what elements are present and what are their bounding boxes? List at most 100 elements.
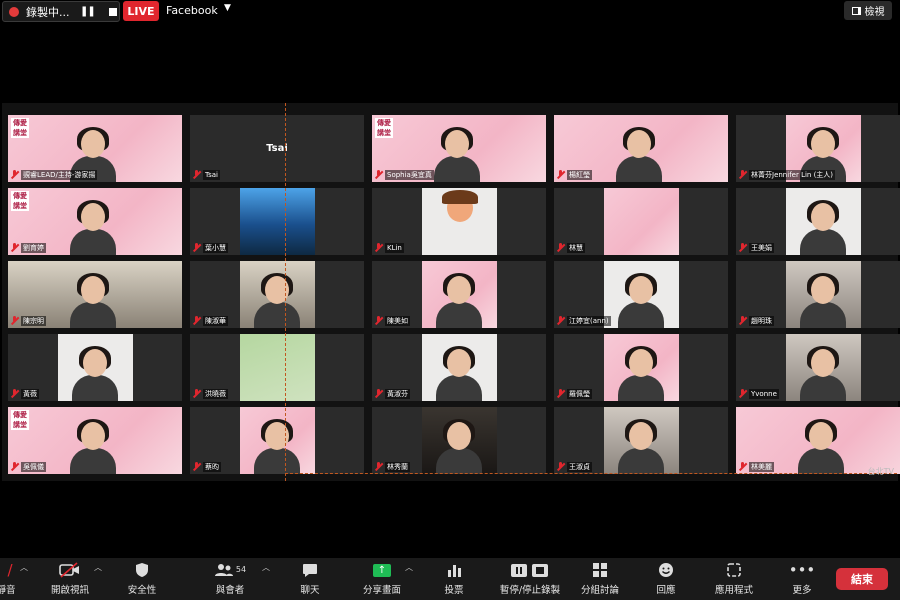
start-video-label: 開啟視訊 — [50, 585, 89, 596]
mic-muted-icon — [738, 389, 747, 398]
mic-muted-icon — [192, 462, 201, 471]
participants-icon — [214, 564, 233, 576]
participant-name: 楊紅瑩 — [567, 169, 592, 180]
mic-muted-icon — [738, 462, 747, 471]
participant-name: 陳美如 — [385, 315, 410, 326]
participant-tile[interactable]: 黃薇 — [8, 334, 182, 401]
reactions-button[interactable]: 回應 — [642, 558, 690, 600]
participant-silhouette — [436, 273, 482, 328]
participant-name: 趙明珠 — [749, 315, 774, 326]
participant-tile[interactable]: 林美麗 — [736, 407, 900, 474]
top-bar: 錄製中... ❚❚ LIVE Facebook ▼ 檢視 — [0, 0, 900, 22]
participant-name-bar: 羅佩瑩 — [556, 388, 592, 399]
video-feed — [422, 188, 497, 255]
participants-count: 54 — [235, 565, 247, 574]
participant-tile[interactable]: 羅佩瑩 — [554, 334, 728, 401]
participant-tile[interactable]: 陳宗明 — [8, 261, 182, 328]
participant-tile[interactable]: 陳淑華 — [190, 261, 364, 328]
participant-tile[interactable]: Tsai Tsai — [190, 115, 364, 182]
participant-name-bar: 楊紅瑩 — [556, 169, 592, 180]
participant-tile[interactable]: 傳愛講堂 劉育婷 — [8, 188, 182, 255]
participant-tile[interactable]: 蔡昀 — [190, 407, 364, 474]
participants-options-chevron-icon[interactable]: ︿ — [262, 562, 270, 573]
apps-label: 應用程式 — [714, 585, 753, 596]
participant-silhouette — [254, 419, 300, 474]
video-options-chevron-icon[interactable]: ︿ — [94, 562, 102, 573]
participant-tile[interactable]: 楊紅瑩 — [554, 115, 728, 182]
unmute-button[interactable]: / 靜音 — [0, 558, 20, 600]
mic-icon: / — [7, 561, 13, 579]
participant-tile[interactable]: 林菁芬Jennifer Lin (主人) — [736, 115, 900, 182]
participant-tile[interactable]: 洪曉薇 — [190, 334, 364, 401]
participant-tile[interactable]: 傳愛講堂 覬睿LEAD/主持-游家揚 — [8, 115, 182, 182]
participant-name: 吳佩儀 — [21, 461, 46, 472]
mic-muted-icon — [556, 462, 565, 471]
video-feed — [604, 188, 679, 255]
participant-tile[interactable]: 葉小慧 — [190, 188, 364, 255]
mic-muted-icon — [374, 389, 383, 398]
view-icon — [851, 6, 861, 15]
pause-stop-recording-button[interactable]: 暫停/停止錄製 — [490, 558, 570, 600]
participant-silhouette — [254, 273, 300, 328]
participant-name-bar: 林菁芬Jennifer Lin (主人) — [738, 169, 836, 180]
share-options-chevron-icon[interactable]: ︿ — [405, 562, 413, 573]
participant-name: KLin — [385, 242, 404, 253]
stream-target-label[interactable]: Facebook — [166, 4, 218, 17]
mic-muted-icon — [10, 462, 19, 471]
audio-options-chevron-icon[interactable]: ︿ — [20, 562, 28, 573]
smiley-icon — [658, 558, 674, 582]
mic-muted-icon — [10, 243, 19, 252]
participant-tile[interactable]: 林慧 — [554, 188, 728, 255]
participant-tile[interactable]: 王美娟 — [736, 188, 900, 255]
participant-tile[interactable]: 王淑貞 — [554, 407, 728, 474]
pause-stop-recording-label: 暫停/停止錄製 — [499, 585, 561, 596]
cartoon-avatar-hair — [442, 190, 478, 204]
participant-tile[interactable]: 林秀蘭 — [372, 407, 546, 474]
pause-icon[interactable]: ❚❚ — [80, 6, 96, 17]
watermark-logo: 傳愛講堂 — [375, 118, 393, 138]
stop-icon[interactable] — [108, 7, 117, 16]
participant-silhouette — [70, 419, 116, 474]
share-screen-button[interactable]: ↑ 分享畫面 — [356, 558, 408, 600]
participant-tile[interactable]: Yvonne — [736, 334, 900, 401]
polls-button[interactable]: 投票 — [430, 558, 478, 600]
participant-silhouette — [800, 200, 846, 255]
apps-button[interactable]: 應用程式 — [706, 558, 762, 600]
breakout-rooms-button[interactable]: 分組討論 — [576, 558, 624, 600]
participant-name-bar: 劉育婷 — [10, 242, 46, 253]
mic-muted-icon — [10, 316, 19, 325]
video-feed — [786, 334, 861, 401]
security-button[interactable]: 安全性 — [118, 558, 166, 600]
participant-tile[interactable]: 趙明珠 — [736, 261, 900, 328]
mic-muted-icon — [192, 316, 201, 325]
recording-indicator[interactable]: 錄製中... ❚❚ — [2, 1, 120, 22]
start-video-button[interactable]: 開啟視訊 — [42, 558, 98, 600]
participant-tile[interactable]: 陳美如 — [372, 261, 546, 328]
participant-tile[interactable]: 傳愛講堂 Sophia吳宜真 — [372, 115, 546, 182]
recording-label: 錄製中... — [26, 5, 70, 19]
breakout-rooms-icon — [592, 558, 608, 582]
participant-tile[interactable]: 江婷宜(ann) — [554, 261, 728, 328]
end-meeting-button[interactable]: 結束 — [836, 568, 888, 590]
view-button[interactable]: 檢視 — [844, 1, 892, 20]
video-feed — [786, 261, 861, 328]
participant-tile[interactable]: KLin — [372, 188, 546, 255]
mic-muted-icon — [374, 243, 383, 252]
live-badge[interactable]: LIVE — [123, 1, 159, 21]
participant-name: 羅佩瑩 — [567, 388, 592, 399]
chevron-down-icon[interactable]: ▼ — [224, 3, 231, 13]
mic-muted-icon — [374, 170, 383, 179]
participants-button[interactable]: 54 與會者 — [206, 558, 254, 600]
participant-tile[interactable]: 黃淑芬 — [372, 334, 546, 401]
security-label: 安全性 — [127, 585, 157, 596]
participant-name-bar: 林美麗 — [738, 461, 774, 472]
participant-name: 林慧 — [567, 242, 585, 253]
chat-button[interactable]: 聊天 — [286, 558, 334, 600]
participant-name: 林秀蘭 — [385, 461, 410, 472]
more-button[interactable]: ••• 更多 — [780, 558, 824, 600]
participant-silhouette — [800, 273, 846, 328]
participant-name-bar: Tsai — [192, 169, 220, 180]
mic-muted-icon — [556, 389, 565, 398]
participant-tile[interactable]: 傳愛講堂 吳佩儀 — [8, 407, 182, 474]
meeting-toolbar: / 靜音 ︿ 開啟視訊 ︿ 安全性 54 與會者 ︿ 聊天 ↑ 分享畫面 ︿ 投… — [0, 558, 900, 600]
